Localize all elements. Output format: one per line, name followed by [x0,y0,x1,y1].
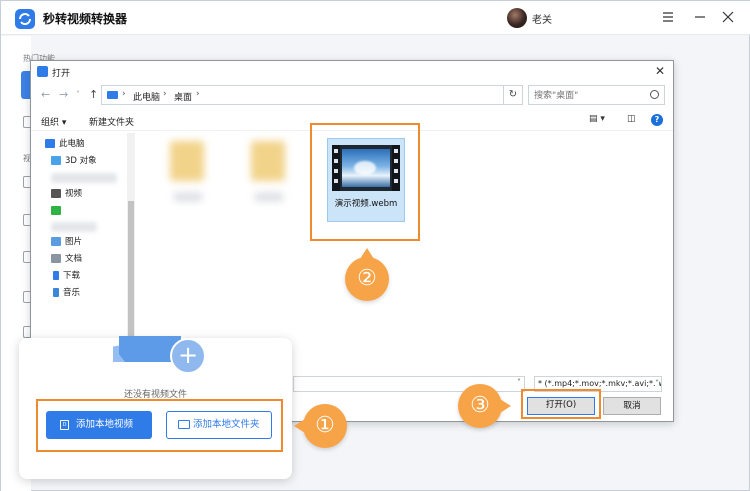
nav-item-videos[interactable]: 视频 [51,187,82,201]
breadcrumb-separator: › [196,89,200,99]
computer-icon [45,139,55,148]
nav-item-label: 3D 对象 [65,156,97,166]
nav-item-documents[interactable]: 文档 [51,252,82,266]
blurred-folder[interactable] [164,141,208,207]
new-folder-button[interactable]: 新建文件夹 [89,115,134,128]
address-bar[interactable]: › 此电脑 › 桌面 › ˅ [101,85,522,105]
file-type-value: * (*.mp4;*.mov;*.mkv;*.avi;*.w [538,379,662,388]
dialog-title-bar: 打开 ✕ [31,61,673,83]
step-marker-3: ③ [458,384,511,428]
nav-item-label: 图片 [65,237,83,247]
blurred-item [51,222,97,232]
film-icon [51,189,61,198]
breadcrumb-this-pc[interactable]: 此电脑 [133,90,160,103]
back-arrow-icon[interactable]: ← [41,88,50,101]
annotation-highlight-add-buttons [36,399,283,452]
computer-icon [107,91,118,99]
music-note-icon [53,288,59,297]
navigation-row: ← → ˅ ↑ › 此电脑 › 桌面 › ˅ ↻ [31,83,673,107]
annotation-highlight-file [310,123,420,241]
search-box[interactable] [528,85,665,105]
navigation-pane: 此电脑 3D 对象 视频 图片 文档 下载 音乐 桌面 [31,131,127,398]
download-arrow-icon [53,271,59,280]
chevron-down-icon: ˅ [655,377,659,391]
nav-item-pictures[interactable]: 图片 [51,235,82,249]
close-icon[interactable] [717,7,739,27]
wechat-icon [51,206,61,215]
avatar[interactable] [507,8,527,28]
document-icon [51,254,61,263]
picture-icon [51,237,61,246]
cancel-button[interactable]: 取消 [603,397,661,415]
view-options-icon[interactable]: ▤ ▾ [589,114,605,124]
nav-scrollbar-thumb[interactable] [128,201,134,336]
nav-item-3d-objects[interactable]: 3D 对象 [51,154,97,168]
minimize-icon[interactable] [689,7,711,27]
blurred-item [51,173,117,183]
dialog-close-icon[interactable]: ✕ [655,64,665,78]
filename-dropdown-icon[interactable]: ˅ [517,378,521,387]
title-bar: 秒转视频转换器 老关 [1,1,750,35]
nav-item-label: 视频 [65,189,83,199]
nav-item-wechat[interactable] [51,204,65,218]
breadcrumb-desktop[interactable]: 桌面 [174,90,192,103]
app-title: 秒转视频转换器 [43,12,128,26]
recent-dropdown-icon[interactable]: ˅ [76,90,80,99]
refresh-icon[interactable]: ↻ [503,85,523,105]
cube-icon [51,156,61,165]
preview-pane-icon[interactable]: ◫ [627,114,636,124]
help-icon[interactable]: ? [651,114,663,126]
nav-item-this-pc[interactable]: 此电脑 [45,137,85,151]
username[interactable]: 老关 [532,11,552,26]
nav-item-downloads[interactable]: 下载 [51,269,80,283]
step-marker-1: ① [294,404,347,448]
search-icon [650,90,659,99]
search-input[interactable] [534,89,644,102]
blurred-folder[interactable] [245,141,289,207]
nav-item-music[interactable]: 音乐 [51,286,80,300]
nav-item-label: 下载 [63,271,81,281]
nav-item-label: 文档 [65,254,83,264]
breadcrumb-separator: › [163,89,167,99]
annotation-highlight-open-button [521,389,601,419]
up-arrow-icon[interactable]: ↑ [89,88,98,101]
forward-arrow-icon[interactable]: → [59,88,68,101]
menu-icon[interactable] [657,7,679,27]
dialog-title: 打开 [52,69,71,79]
nav-item-label: 音乐 [63,288,81,298]
organize-menu[interactable]: 组织 ▾ [41,115,66,128]
plus-icon[interactable]: + [170,338,206,374]
breadcrumb-separator: › [122,89,126,99]
step-marker-2: ② [345,248,389,301]
dialog-app-icon [37,66,48,77]
app-logo-icon [15,9,35,29]
nav-item-label: 此电脑 [59,139,85,149]
